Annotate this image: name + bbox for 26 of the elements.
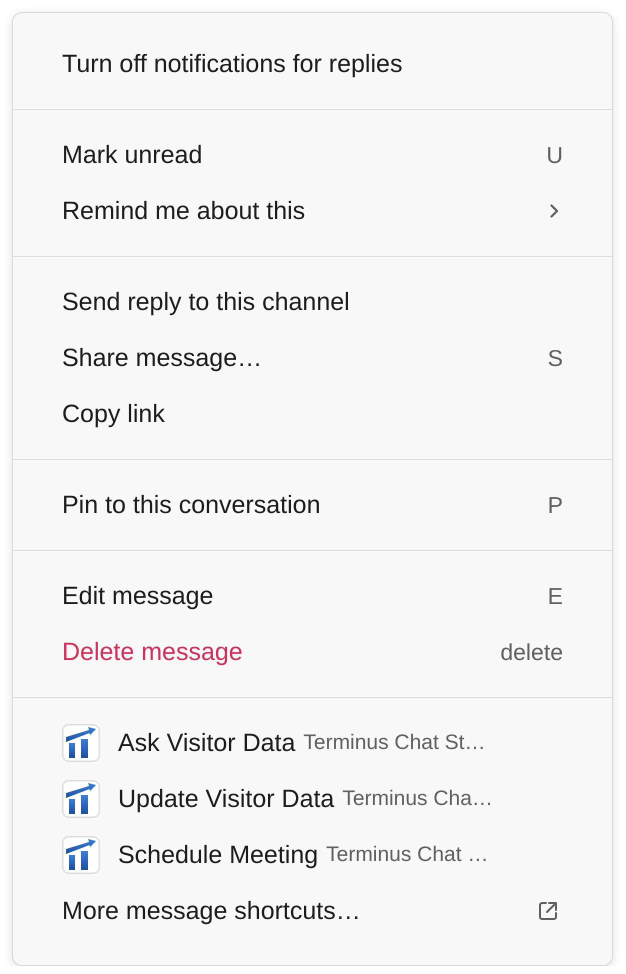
menu-item[interactable]: Ask Visitor Data Terminus Chat St…	[13, 715, 612, 771]
menu-item[interactable]: Share message… S	[13, 330, 612, 386]
bar-chart-icon	[62, 724, 100, 762]
shortcut-key: S	[548, 330, 563, 386]
menu-item[interactable]: Remind me about this	[13, 183, 612, 239]
chevron-right-icon	[550, 204, 559, 218]
app-name: Terminus Cha…	[342, 786, 493, 812]
menu-item[interactable]: Pin to this conversation P	[13, 477, 612, 533]
menu-item[interactable]: Update Visitor Data Terminus Cha…	[13, 771, 612, 827]
shortcut-key: E	[548, 568, 563, 624]
menu-item[interactable]: Schedule Meeting Terminus Chat …	[13, 827, 612, 883]
app-name: Terminus Chat St…	[303, 730, 486, 756]
external-link-icon	[537, 900, 559, 922]
menu-item[interactable]: Delete message delete	[13, 624, 612, 680]
app-name: Terminus Chat …	[326, 842, 488, 868]
shortcut-key: P	[548, 477, 563, 533]
bar-chart-icon	[62, 780, 100, 818]
menu-item[interactable]: Send reply to this channel	[13, 274, 612, 330]
menu-item[interactable]: More message shortcuts…	[13, 883, 612, 939]
menu-item[interactable]: Turn off notifications for replies	[13, 36, 612, 92]
menu-item[interactable]: Mark unread U	[13, 127, 612, 183]
shortcut-key: U	[546, 127, 563, 183]
bar-chart-icon	[62, 836, 100, 874]
menu-item[interactable]: Copy link	[13, 386, 612, 442]
menu-item[interactable]: Edit message E	[13, 568, 612, 624]
shortcut-key: delete	[500, 624, 563, 680]
